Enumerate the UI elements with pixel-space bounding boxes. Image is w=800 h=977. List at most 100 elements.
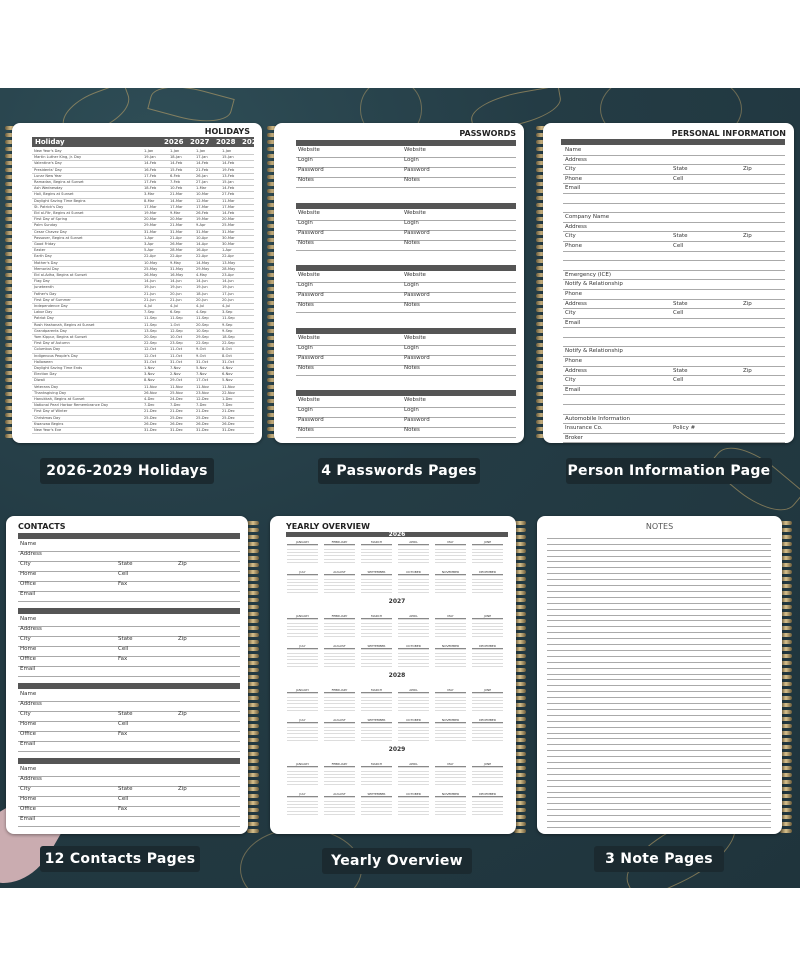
spiral-ring [247,696,259,700]
field-label: City [20,636,31,642]
spiral-ring [247,584,259,588]
notes-page: NOTES [537,516,782,834]
month-calendar: MARCH [360,688,393,712]
spiral-ring [247,535,259,539]
field-label: Login [404,219,419,226]
spiral-ring [247,738,259,742]
field-label: Login [298,282,313,288]
spiral-ring [247,822,259,826]
caption-yearly: Yearly Overview [322,848,472,874]
holiday-date: 31-Dec [170,428,183,432]
holidays-header: Holiday 2026 2027 2028 2029 [32,137,261,147]
header-bar [296,265,516,271]
info-line [563,261,785,271]
info-line: Notify & Relationship [563,347,785,358]
spiral-ring [247,577,259,581]
month-grid [398,574,429,593]
month-grid [287,574,318,593]
spiral-ring [247,780,259,784]
header-bar [18,608,240,614]
page-title: YEARLY OVERVIEW [286,522,370,531]
field-label: Notes [298,302,314,308]
field-label: Password [404,417,430,423]
page-title: HOLIDAYS [204,127,250,136]
field-label: Zip [178,711,187,717]
field-label: State [673,166,688,173]
holiday-date: 31-Dec [222,428,235,432]
field-label: Website [404,334,426,341]
month-calendar: NOVEMBER [434,644,467,668]
month-calendar: JULY [286,644,319,668]
spiral-ring [780,829,792,833]
spiral-ring [247,612,259,616]
month-grid [435,618,466,637]
spiral-ring [247,556,259,560]
month-grid [472,692,503,711]
month-calendar: FEBRUARY [323,762,356,786]
month-grid [472,648,503,667]
month-grid [435,648,466,667]
field-label: Password [298,417,324,423]
month-grid [361,648,392,667]
month-calendar: MARCH [360,614,393,638]
month-grid [398,766,429,785]
header-bar [18,683,240,689]
month-calendar: FEBRUARY [323,540,356,564]
contact-line: Email [18,666,240,677]
field-label: Phone [565,358,583,365]
month-calendar: OCTOBER [397,644,430,668]
month-calendar: MARCH [360,540,393,564]
field-label: Password [404,167,430,173]
password-line: Notes Notes [296,240,516,251]
spiral-ring [247,794,259,798]
header-bar [296,140,516,146]
caption-notes: 3 Note Pages [594,846,724,872]
month-grid [287,722,318,741]
field-label: Insurance Co. [565,425,603,432]
field-label: Phone [565,242,583,249]
field-label: Office [20,656,37,662]
field-label: State [673,233,688,240]
password-line: Notes Notes [296,365,516,376]
page-title: CONTACTS [18,522,66,531]
field-label: Notify & Relationship [565,281,623,288]
spiral-ring [247,626,259,630]
month-calendar: MAY [434,688,467,712]
field-label: Office [20,731,37,737]
field-label: Notes [404,427,420,433]
field-label: Address [565,300,587,307]
month-calendar: OCTOBER [397,570,430,594]
field-label: State [673,300,688,307]
holidays-table: New Year's Day 1-Jan 1-Jan 1-Jan 1-Jan Martin… [32,148,254,438]
field-label: Website [298,209,320,216]
field-label: Notes [298,177,314,183]
month-grid [435,692,466,711]
month-calendar: SEPTEMBER [360,644,393,668]
spiral-ring [247,759,259,763]
field-label: Name [20,691,37,697]
spiral-ring [247,619,259,623]
header-bar [561,139,785,145]
spiral-ring [247,570,259,574]
field-label: State [118,636,133,642]
field-label: Name [20,766,37,772]
month-calendar: JULY [286,570,319,594]
month-calendar: JANUARY [286,762,319,786]
month-grid [398,544,429,563]
field-label: Login [298,219,313,226]
spiral-ring [247,731,259,735]
header-bar [18,533,240,539]
month-calendar: NOVEMBER [434,718,467,742]
month-calendar: AUGUST [323,718,356,742]
field-label: Cell [673,175,684,182]
spiral-ring [247,689,259,693]
header-bar [296,390,516,396]
month-grid [287,796,318,815]
month-grid [361,766,392,785]
field-label: Address [565,223,587,230]
month-calendar: JUNE [471,540,504,564]
info-line: Phone Cell [563,242,785,252]
info-line: Phone Cell [563,175,785,185]
field-label: Login [298,407,313,413]
spiral-ring [247,654,259,658]
